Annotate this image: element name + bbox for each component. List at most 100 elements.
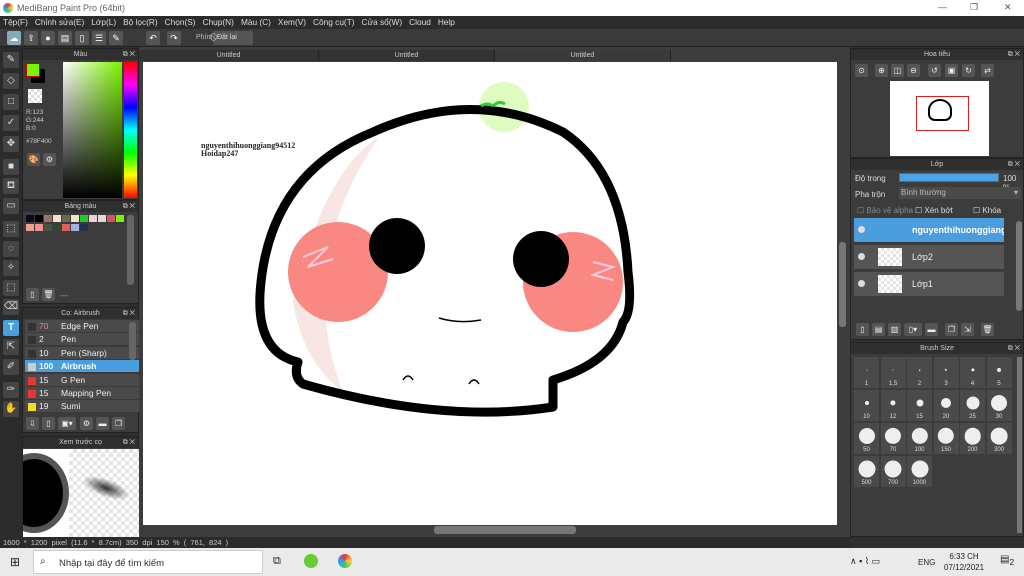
layer-item[interactable]: Lớp2	[854, 245, 1004, 270]
reset-button[interactable]: ⃠ Đặt lại	[213, 31, 253, 45]
brush-size-option[interactable]: 1000	[907, 456, 932, 487]
menu-item[interactable]: Màu (C)	[241, 16, 276, 29]
horizontal-scrollbar[interactable]	[434, 526, 576, 534]
cloud-icon[interactable]: ☁	[7, 31, 21, 45]
scrollbar[interactable]	[1016, 221, 1022, 311]
rotate-right-icon[interactable]: ↻	[962, 64, 975, 77]
zoom-in-icon[interactable]: ⊕	[875, 64, 888, 77]
menu-item[interactable]: Bộ lọc(R)	[123, 16, 163, 29]
protect-alpha-checkbox[interactable]: ☐ Bảo vệ alpha	[857, 206, 913, 215]
brush-size-option[interactable]: 4	[960, 357, 985, 388]
upload-icon[interactable]: ⇪	[24, 31, 38, 45]
tab-untitled-3[interactable]: Untitled	[495, 50, 671, 61]
lasso-tool-icon[interactable]: ◌	[3, 241, 19, 257]
operation-tool-icon[interactable]: ⇱	[3, 339, 19, 355]
color-swatch[interactable]	[62, 215, 70, 222]
color-swatch[interactable]	[98, 215, 106, 222]
navigator-preview[interactable]	[890, 81, 989, 156]
transparent-swatch[interactable]	[28, 89, 42, 103]
close-icon[interactable]: ⧉ ✕	[123, 201, 135, 212]
brush-size-option[interactable]: 25	[960, 390, 985, 421]
fit-screen-icon[interactable]: ▣	[945, 64, 958, 77]
color-swatch[interactable]	[53, 215, 61, 222]
brush-tool-icon[interactable]: ✎	[3, 52, 19, 68]
text-tool-icon[interactable]: T	[3, 320, 19, 336]
layer-item[interactable]: Lớp1	[854, 272, 1004, 297]
brush-size-option[interactable]: 500	[854, 456, 879, 487]
close-icon[interactable]: ⧉ ✕	[123, 49, 135, 60]
brush-size-option[interactable]: 100	[907, 423, 932, 454]
menu-item[interactable]: Chụp(N)	[203, 16, 239, 29]
tab-untitled-2[interactable]: Untitled	[319, 50, 495, 61]
brush-size-option[interactable]: 2	[907, 357, 932, 388]
magic-wand-tool-icon[interactable]: ✧	[3, 260, 19, 276]
color-swatch[interactable]	[26, 215, 34, 222]
new-icon[interactable]: ▯	[26, 288, 39, 301]
brush-size-option[interactable]: 20	[933, 390, 959, 421]
tray-icons[interactable]: ∧ ▪ ⌇ ▭	[850, 556, 880, 567]
brush-size-option[interactable]: 700	[880, 456, 906, 487]
scrollbar[interactable]	[129, 322, 136, 360]
brush-item[interactable]: 19 Sumi	[25, 400, 149, 414]
coccoc-icon[interactable]	[304, 554, 318, 568]
maximize-button[interactable]: ❐	[970, 2, 978, 13]
edit-icon[interactable]: ✎	[109, 31, 123, 45]
brush-size-option[interactable]: 70	[880, 423, 906, 454]
new-brush-icon[interactable]: ▯	[42, 417, 55, 430]
minimize-button[interactable]: —	[938, 2, 947, 12]
visibility-icon[interactable]	[858, 226, 865, 233]
vertical-scrollbar[interactable]	[839, 242, 846, 327]
menu-item[interactable]: Xem(V)	[278, 16, 311, 29]
menu-item[interactable]: Help	[438, 16, 460, 29]
close-icon[interactable]: ⧉ ✕	[1008, 49, 1020, 60]
color-swatch[interactable]	[71, 224, 79, 231]
menu-item[interactable]: Cloud	[409, 16, 436, 29]
rotate-left-icon[interactable]: ↺	[928, 64, 941, 77]
blend-mode-select[interactable]: Bình thường ▾	[899, 187, 1021, 199]
merge-layer-icon[interactable]: ⇲	[961, 323, 974, 336]
color-swatch[interactable]	[26, 224, 34, 231]
color-swatch[interactable]	[62, 224, 70, 231]
color-swatch[interactable]	[80, 224, 88, 231]
eyedropper-tool-icon[interactable]: ✑	[3, 382, 19, 398]
menu-item[interactable]: Tệp(F)	[3, 16, 33, 29]
close-icon[interactable]: ⧉ ✕	[123, 308, 135, 319]
foreground-color-swatch[interactable]	[26, 63, 40, 77]
redo-button[interactable]: ↷	[167, 31, 181, 45]
menu-item[interactable]: Công cụ(T)	[313, 16, 360, 29]
new-layer-icon[interactable]: ▯	[856, 323, 869, 336]
rect-tool-icon[interactable]: □	[3, 94, 19, 110]
brush-size-option[interactable]: 5	[986, 357, 1012, 388]
close-icon[interactable]: ⧉ ✕	[123, 437, 135, 448]
clipping-checkbox[interactable]: ☐ Xén bớt	[915, 206, 953, 215]
hue-slider[interactable]	[124, 62, 137, 198]
brush-size-option[interactable]: 12	[880, 390, 906, 421]
color-swatch[interactable]	[107, 215, 115, 222]
text-tool-icon[interactable]: ⌫	[3, 299, 19, 315]
flip-icon[interactable]: ⇄	[981, 64, 994, 77]
saturation-value-picker[interactable]	[63, 62, 122, 198]
cloud-download-icon[interactable]: ⇩	[26, 417, 39, 430]
new-layer-1bit-icon[interactable]: ▥	[888, 323, 901, 336]
close-icon[interactable]: ⧉ ✕	[1008, 159, 1020, 170]
menu-item[interactable]: Lớp(L)	[91, 16, 121, 29]
undo-button[interactable]: ↶	[146, 31, 160, 45]
select-rect-tool-icon[interactable]: ⬚	[3, 221, 19, 237]
close-button[interactable]: ✕	[1004, 2, 1012, 13]
trash-icon[interactable]: 🗑	[42, 288, 55, 301]
brush-size-option[interactable]: 30	[986, 390, 1012, 421]
folder-icon[interactable]: ▬	[925, 323, 938, 336]
brush-size-option[interactable]: 1.5	[880, 357, 906, 388]
brush-item[interactable]: 100Airbrush✲	[25, 360, 149, 374]
scrollbar[interactable]	[127, 215, 134, 285]
duplicate-icon[interactable]: ❐	[112, 417, 125, 430]
eraser-tool-icon[interactable]: ◇	[3, 73, 19, 89]
brush-settings-icon[interactable]: ⚙	[80, 417, 93, 430]
select-edit-tool-icon[interactable]: ⬚	[3, 280, 19, 296]
medibang-taskbar-icon[interactable]	[338, 554, 352, 568]
opacity-slider[interactable]	[899, 173, 999, 182]
palette-settings-icon[interactable]: ⚙	[43, 153, 56, 166]
brush-item[interactable]: 15 G Pen	[25, 373, 149, 387]
new-layer-8bit-icon[interactable]: ▤	[872, 323, 885, 336]
color-swatch[interactable]	[80, 215, 88, 222]
